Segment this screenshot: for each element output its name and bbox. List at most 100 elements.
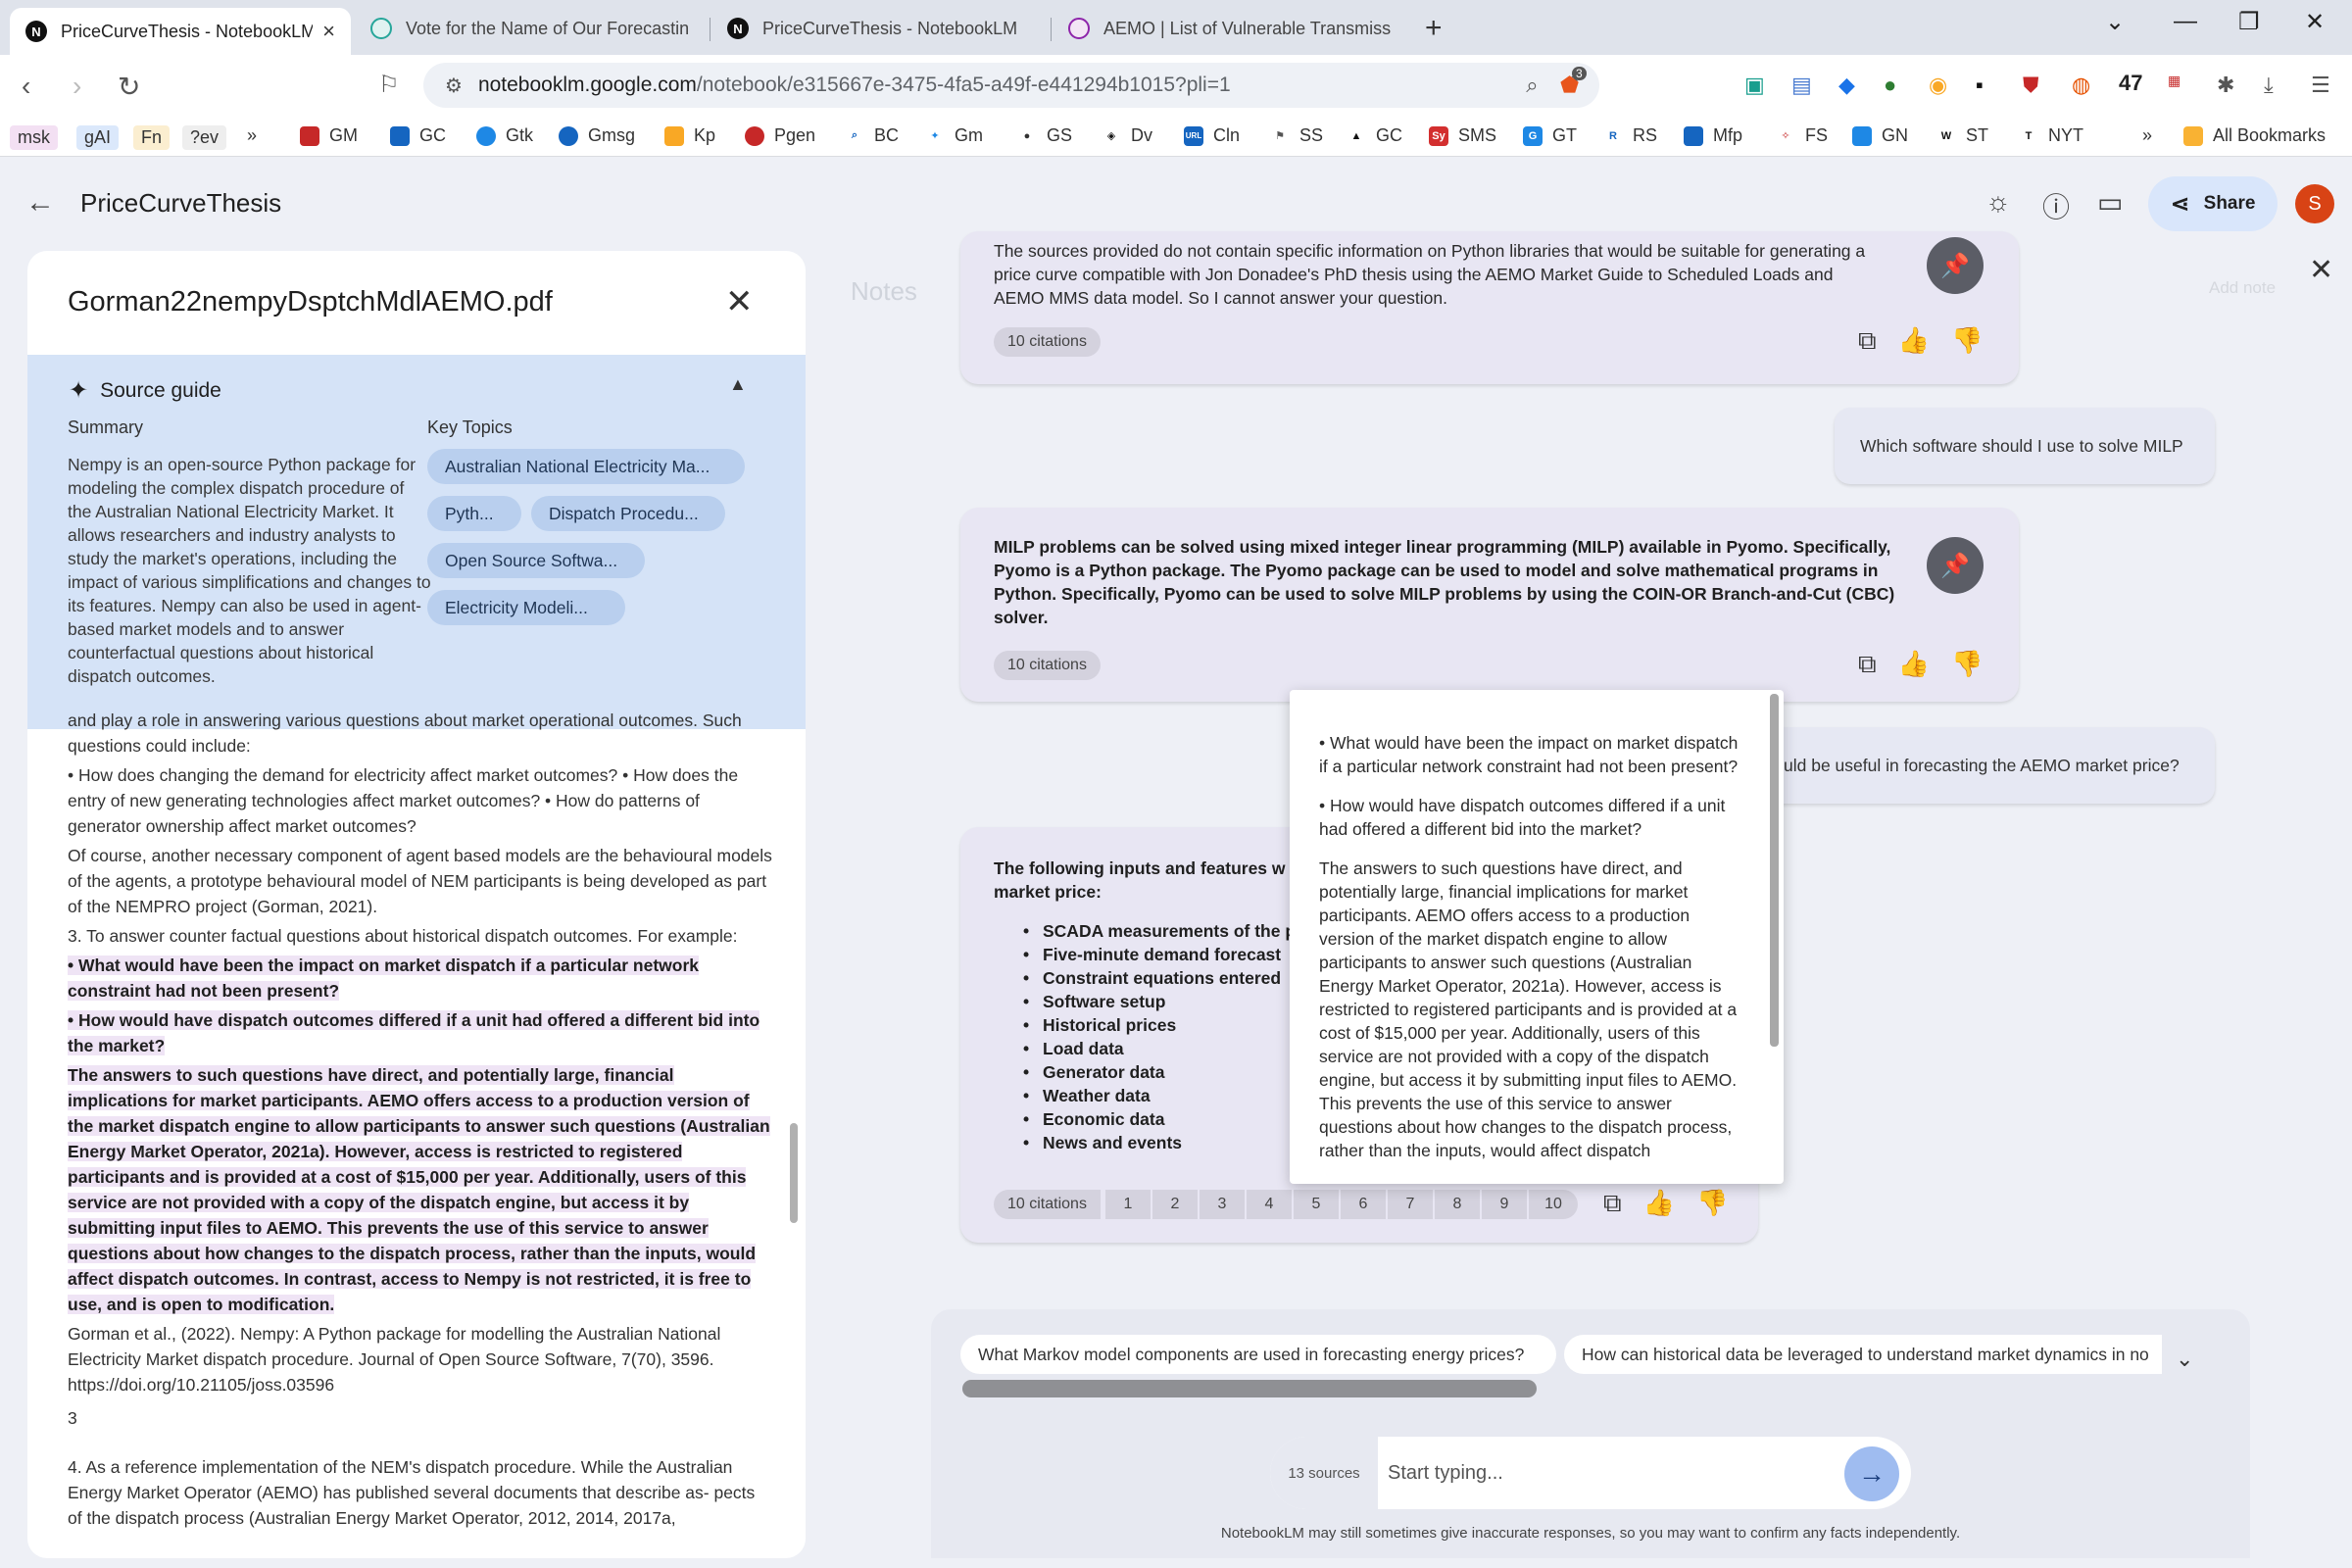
avatar[interactable]: S — [2295, 184, 2334, 223]
add-note-button[interactable]: Add note — [2209, 278, 2276, 298]
chat-close-icon[interactable]: ✕ — [2309, 253, 2333, 287]
bookmark-gc[interactable]: GC — [390, 125, 446, 146]
source-count[interactable]: 13 sources — [1270, 1437, 1378, 1509]
bookmark-ss[interactable]: ⚑ SS — [1270, 125, 1323, 146]
browser-tab-2[interactable]: Vote for the Name of Our Forecastin — [355, 8, 710, 49]
citations-pill[interactable]: 10 citations — [994, 651, 1101, 680]
suggested-question[interactable]: How can historical data be leveraged to … — [1564, 1335, 2162, 1374]
markdown-extension-icon[interactable]: ▪ — [1976, 73, 1984, 98]
save-extension-icon[interactable]: ▣ — [1744, 73, 1765, 98]
citation-number[interactable]: 8 — [1435, 1190, 1480, 1219]
all-bookmarks[interactable]: All Bookmarks — [2183, 125, 2326, 146]
browser-tab-3[interactable]: N PriceCurveThesis - NotebookLM — [711, 8, 1049, 49]
bookmark-gn[interactable]: GN — [1852, 125, 1908, 146]
menu-icon[interactable]: ☰ — [2311, 73, 2330, 98]
extension-count[interactable]: 47 — [2119, 71, 2142, 96]
back-arrow-icon[interactable]: ← — [25, 186, 55, 220]
bookmark-nyt[interactable]: T NYT — [2019, 125, 2083, 146]
topic-chip[interactable]: Pyth... — [427, 496, 521, 531]
bookmark-msk[interactable]: msk — [10, 125, 58, 150]
bookmark-mfp[interactable]: Mfp — [1684, 125, 1742, 146]
citation-number[interactable]: 4 — [1247, 1190, 1292, 1219]
topic-chip[interactable]: Open Source Softwa... — [427, 543, 645, 578]
browser-tab-4[interactable]: AEMO | List of Vulnerable Transmissi — [1053, 8, 1407, 49]
citation-number[interactable]: 6 — [1341, 1190, 1386, 1219]
thumbs-up-icon[interactable]: 👍 — [1898, 649, 1930, 680]
source-scrollbar[interactable] — [790, 1123, 798, 1223]
honey-extension-icon[interactable]: ◍ — [2072, 73, 2090, 98]
citation-number[interactable]: 5 — [1294, 1190, 1339, 1219]
site-settings-icon[interactable]: ⚙ — [445, 74, 463, 98]
citation-number[interactable]: 10 — [1529, 1190, 1578, 1219]
new-tab-button[interactable]: + — [1425, 12, 1443, 45]
suggested-question[interactable]: What Markov model components are used in… — [960, 1335, 1556, 1374]
bookmark-gmsg[interactable]: Gmsg — [559, 125, 635, 146]
expand-suggestions-chevron-icon[interactable]: ⌄ — [2176, 1347, 2193, 1372]
bookmark-gm[interactable]: GM — [300, 125, 358, 146]
download-icon[interactable]: ⤓ — [2264, 73, 2274, 98]
citation-number[interactable]: 9 — [1482, 1190, 1527, 1219]
bookmark-gm-2[interactable]: ✦ Gm — [925, 125, 983, 146]
copy-icon[interactable]: ⧉ — [1603, 1188, 1622, 1219]
share-button[interactable]: ⋖ Share — [2148, 176, 2278, 231]
person-extension-icon[interactable]: ◉ — [1929, 73, 1947, 98]
bookmark-st[interactable]: W ST — [1936, 125, 1988, 146]
thumbs-up-icon[interactable]: 👍 — [1898, 325, 1930, 357]
citations-pill[interactable]: 10 citations — [994, 1190, 1101, 1219]
theme-toggle-icon[interactable]: ☼ — [1985, 186, 2011, 218]
bookmark-dv[interactable]: ◈ Dv — [1102, 125, 1152, 146]
bookmark-fs[interactable]: ✧ FS — [1776, 125, 1828, 146]
back-nav-icon[interactable]: ‹ — [22, 71, 30, 102]
citation-number[interactable]: 3 — [1200, 1190, 1245, 1219]
close-source-icon[interactable]: ✕ — [725, 282, 754, 321]
address-bar[interactable]: ⚙ notebooklm.google.com/notebook/e315667… — [423, 63, 1599, 108]
bookmark-cln[interactable]: URL Cln — [1184, 125, 1240, 146]
bookmark-gc-2[interactable]: ▲ GC — [1347, 125, 1402, 146]
bookmark-gai[interactable]: gAI — [76, 125, 120, 150]
topic-chip[interactable]: Australian National Electricity Ma... — [427, 449, 745, 484]
thumbs-up-icon[interactable]: 👍 — [1643, 1188, 1675, 1219]
bookmark-bc[interactable]: ⌕ BC — [845, 125, 899, 146]
citation-number[interactable]: 7 — [1388, 1190, 1433, 1219]
tab-close-icon[interactable]: × — [313, 19, 335, 44]
source-guide-header[interactable]: ✦ Source guide — [69, 376, 221, 405]
citation-number[interactable]: 1 — [1105, 1190, 1151, 1219]
browser-tab-1[interactable]: N PriceCurveThesis - NotebookLM × — [10, 8, 351, 55]
minimize-icon[interactable]: — — [2174, 8, 2197, 35]
tab-search-chevron-icon[interactable]: ⌄ — [2105, 8, 2125, 36]
feedback-icon[interactable]: ▭ — [2097, 186, 2123, 219]
copy-icon[interactable]: ⧉ — [1858, 325, 1877, 357]
chat-input[interactable] — [1388, 1450, 1829, 1495]
bookmark-gt[interactable]: G GT — [1523, 125, 1577, 146]
topic-chip[interactable]: Dispatch Procedu... — [531, 496, 725, 531]
calendar-extension-icon[interactable]: ▦ — [2168, 73, 2180, 89]
bookmarks-overflow-left[interactable]: » — [247, 125, 257, 146]
close-window-icon[interactable]: ✕ — [2305, 8, 2325, 36]
bookmark-gtk[interactable]: Gtk — [476, 125, 533, 146]
restore-icon[interactable]: ❐ — [2238, 8, 2260, 36]
bookmark-fn[interactable]: Fn — [133, 125, 171, 150]
bookmark-gs[interactable]: ● GS — [1017, 125, 1072, 146]
bookmarks-overflow-right[interactable]: » — [2142, 125, 2152, 146]
thumbs-down-icon[interactable]: 👎 — [1696, 1188, 1728, 1219]
bookmark-ev[interactable]: ?ev — [182, 125, 227, 150]
thumbs-down-icon[interactable]: 👎 — [1951, 325, 1983, 357]
thumbs-down-icon[interactable]: 👎 — [1951, 649, 1983, 680]
copy-icon[interactable]: ⧉ — [1858, 649, 1877, 680]
cap-extension-icon[interactable]: ◆ — [1838, 73, 1855, 98]
citation-number[interactable]: 2 — [1152, 1190, 1198, 1219]
bookmark-kp[interactable]: Kp — [664, 125, 715, 146]
reload-icon[interactable]: ↻ — [118, 71, 140, 103]
suggestions-scrollbar[interactable] — [962, 1380, 1537, 1397]
popup-scrollbar[interactable] — [1770, 694, 1779, 1047]
pin-icon[interactable]: 📌 — [1927, 537, 1984, 594]
help-icon[interactable]: ⓘ — [2042, 186, 2070, 225]
citations-pill[interactable]: 10 citations — [994, 327, 1101, 357]
pin-icon[interactable]: 📌 — [1927, 237, 1984, 294]
collapse-chevron-icon[interactable]: ▲ — [729, 374, 747, 395]
evernote-extension-icon[interactable]: ● — [1884, 73, 1896, 98]
bookmark-sms[interactable]: Sy SMS — [1429, 125, 1496, 146]
extensions-puzzle-icon[interactable]: ✱ — [2217, 73, 2234, 98]
bookmark-rs[interactable]: R RS — [1603, 125, 1657, 146]
bookmark-pgen[interactable]: Pgen — [745, 125, 815, 146]
